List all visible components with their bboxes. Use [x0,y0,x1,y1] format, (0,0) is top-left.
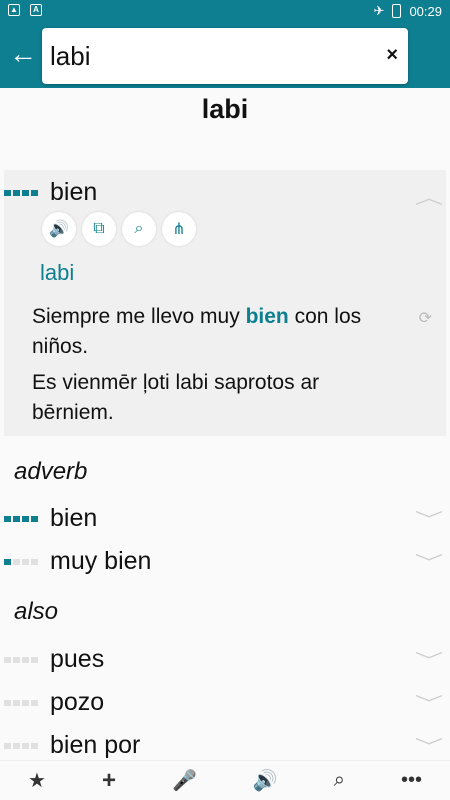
entry-actions: 🔊 ⧉ ⌕ ⋔ [42,212,196,246]
entry-word: pues [50,645,105,673]
battery-icon [392,4,402,18]
frequency-bars [4,656,38,663]
frequency-bars [4,515,38,522]
frequency-bars [4,558,38,565]
translation-link[interactable]: labi [40,260,74,286]
chevron-down-icon[interactable]: ﹀ [415,647,444,673]
speaker-icon[interactable]: 🔊 [253,768,278,793]
airplane-icon: ✈ [373,3,385,18]
chevron-down-icon[interactable]: ﹀ [415,733,444,759]
speaker-icon[interactable]: 🔊 [42,212,76,246]
star-icon[interactable]: ★ [28,768,46,793]
entry-word: bien por [50,731,141,759]
search-icon[interactable]: ⌕ [122,212,156,246]
entry-row[interactable]: pues [4,645,104,674]
search-icon[interactable]: ⌕ [334,769,345,792]
search-input[interactable] [50,38,370,74]
share-icon[interactable]: ⋔ [162,212,196,246]
copy-icon[interactable]: ⧉ [82,212,116,246]
entry-word: pozo [50,688,105,716]
bottom-toolbar: ★ + 🎤 🔊 ⌕ ••• [0,760,450,800]
example-translation: Es vienmēr ļoti labi saprotos ar bērniem… [32,371,320,424]
entry-word: muy bien [50,547,152,575]
entry-row[interactable]: pozo [4,688,104,717]
example-sentence: Siempre me llevo muy bien con los niños. [32,302,392,362]
app-bar: ← × [0,24,450,88]
entry-row[interactable]: bien [4,504,97,533]
chevron-down-icon[interactable]: ﹀ [415,690,444,716]
chevron-down-icon[interactable]: ﹀ [415,506,444,532]
page-title: labi [201,94,249,124]
search-box: × [42,28,408,84]
status-bar: ▲ A ✈ 00:29 [0,0,450,24]
more-icon[interactable]: ••• [401,769,422,792]
clock: 00:29 [409,3,442,19]
plus-icon[interactable]: + [102,767,116,795]
chevron-down-icon[interactable]: ﹀ [415,549,444,575]
section-label-also: also [14,598,59,625]
entry-row[interactable]: muy bien [4,547,151,576]
back-arrow-icon[interactable]: ← [8,40,38,70]
entry-word: bien [50,504,98,532]
entry-word: bien [50,178,98,206]
example-highlight: bien [245,305,289,328]
frequency-bars [4,699,38,706]
refresh-icon[interactable]: ⟳ [419,308,432,328]
mic-icon[interactable]: 🎤 [172,768,197,793]
example-text-pre: Siempre me llevo muy [32,305,246,328]
image-notification-icon: ▲ [8,4,20,16]
chevron-up-icon[interactable]: ︿ [415,184,444,210]
entry-expanded[interactable]: bien [4,178,97,207]
entry-row[interactable]: bien por [4,731,140,760]
frequency-bars [4,742,38,749]
a-notification-icon: A [30,4,42,16]
clear-icon[interactable]: × [386,44,398,67]
section-label-adverb: adverb [14,458,88,485]
frequency-bars [4,189,38,196]
